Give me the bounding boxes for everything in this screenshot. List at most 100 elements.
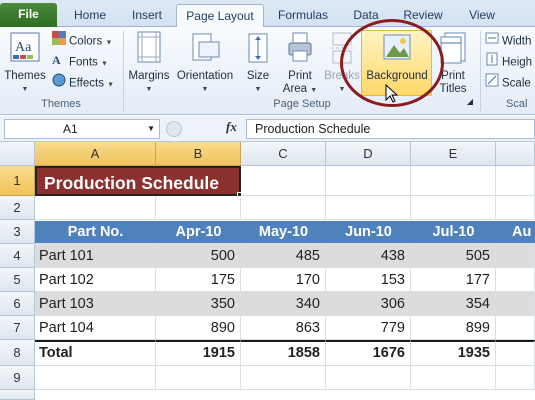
row-header-4[interactable]: 4 [0,244,35,268]
scale-icon [485,73,499,94]
total-cell[interactable]: 1935 [411,340,496,366]
select-all-corner[interactable] [0,142,35,166]
row-header-6[interactable]: 6 [0,292,35,316]
cell-c9[interactable] [241,366,326,390]
table-cell[interactable]: 354 [411,292,496,316]
table-cell[interactable]: 175 [156,268,241,292]
table-cell[interactable]: 505 [411,244,496,268]
table-row-part[interactable]: Part 102 [35,268,156,292]
tab-view[interactable]: View [460,4,504,27]
row-header-2[interactable]: 2 [0,196,35,220]
name-box-value: A1 [63,122,78,136]
header-apr-10[interactable]: Apr-10 [156,221,241,244]
themes-label: Themes [4,70,46,82]
tab-home[interactable]: Home [68,4,112,27]
row-header-3[interactable]: 3 [0,220,35,244]
table-cell[interactable] [496,268,535,292]
cell-a2[interactable] [35,196,156,220]
cell-d1[interactable] [326,166,411,196]
row-header-9[interactable]: 9 [0,366,35,390]
print-area-button[interactable]: Print Area ▼ [280,31,320,97]
cell-c2[interactable] [241,196,326,220]
column-header-f[interactable] [496,142,535,166]
table-row-part[interactable]: Part 103 [35,292,156,316]
page-setup-dialog-launcher[interactable]: ◢ [464,97,476,106]
row-header-1[interactable]: 1 [0,166,35,196]
cell-b2[interactable] [156,196,241,220]
formula-bar-expand-handle[interactable] [166,121,182,137]
tab-file[interactable]: File [0,3,57,27]
scale-control[interactable]: Scale [485,73,531,93]
table-cell[interactable]: 485 [241,244,326,268]
total-cell[interactable] [496,340,535,366]
total-cell[interactable]: 1858 [241,340,326,366]
header-aug-10[interactable]: Au [496,221,535,244]
table-cell[interactable]: 899 [411,316,496,340]
table-cell[interactable] [496,316,535,340]
tab-insert[interactable]: Insert [124,4,170,27]
cell-d9[interactable] [326,366,411,390]
cell-e9[interactable] [411,366,496,390]
orientation-button[interactable]: Orientation ▼ [174,31,236,94]
formula-input[interactable]: Production Schedule [246,119,535,139]
table-row-part[interactable]: Part 101 [35,244,156,268]
table-cell[interactable]: 890 [156,316,241,340]
header-jul-10[interactable]: Jul-10 [411,221,496,244]
row-header-5[interactable]: 5 [0,268,35,292]
column-header-e[interactable]: E [411,142,496,166]
width-control[interactable]: Width [485,31,531,51]
total-label[interactable]: Total [35,340,156,366]
height-control[interactable]: Heigh [485,52,532,72]
table-cell[interactable]: 350 [156,292,241,316]
table-cell[interactable] [496,292,535,316]
table-cell[interactable]: 170 [241,268,326,292]
table-cell[interactable]: 438 [326,244,411,268]
header-jun-10[interactable]: Jun-10 [326,221,411,244]
table-cell[interactable]: 779 [326,316,411,340]
total-cell[interactable]: 1915 [156,340,241,366]
cell-d2[interactable] [326,196,411,220]
total-cell[interactable]: 1676 [326,340,411,366]
print-titles-label-1: Print [441,70,465,82]
row-header-8[interactable]: 8 [0,340,35,366]
effects-button[interactable]: Effects ▼ [52,73,114,93]
cell-f9[interactable] [496,366,535,390]
chevron-down-icon[interactable]: ▼ [147,120,155,138]
column-header-d[interactable]: D [326,142,411,166]
cell-e2[interactable] [411,196,496,220]
cell-b9[interactable] [156,366,241,390]
colors-button[interactable]: Colors ▼ [52,31,112,51]
column-header-b[interactable]: B [156,142,241,166]
cell-a9[interactable] [35,366,156,390]
column-header-c[interactable]: C [241,142,326,166]
row-header-10[interactable] [0,390,35,400]
name-box[interactable]: A1 ▼ [4,119,160,139]
cell-e1[interactable] [411,166,496,196]
size-button[interactable]: Size ▼ [242,31,274,94]
table-cell[interactable]: 306 [326,292,411,316]
table-cell[interactable]: 340 [241,292,326,316]
tab-formulas[interactable]: Formulas [272,4,334,27]
width-label: Width [502,35,532,48]
column-header-a[interactable]: A [35,142,156,166]
table-cell[interactable]: 500 [156,244,241,268]
title-cell-a1[interactable]: Production Schedule [35,166,241,196]
table-cell[interactable] [496,244,535,268]
table-cell[interactable]: 153 [326,268,411,292]
themes-button[interactable]: Aa Themes ▼ [4,31,46,94]
tab-page-layout[interactable]: Page Layout [176,4,264,28]
table-cell[interactable]: 863 [241,316,326,340]
fill-handle[interactable] [237,192,242,197]
cell-f1[interactable] [496,166,535,196]
header-may-10[interactable]: May-10 [241,221,326,244]
table-row-part[interactable]: Part 104 [35,316,156,340]
row-header-7[interactable]: 7 [0,316,35,340]
fonts-button[interactable]: A Fonts ▼ [52,52,108,72]
header-part-no[interactable]: Part No. [35,221,156,244]
height-label: Heigh [502,56,533,69]
insert-function-button[interactable]: fx [226,119,237,135]
cell-f2[interactable] [496,196,535,220]
cell-c1[interactable] [241,166,326,196]
margins-button[interactable]: Margins ▼ [126,31,172,94]
table-cell[interactable]: 177 [411,268,496,292]
